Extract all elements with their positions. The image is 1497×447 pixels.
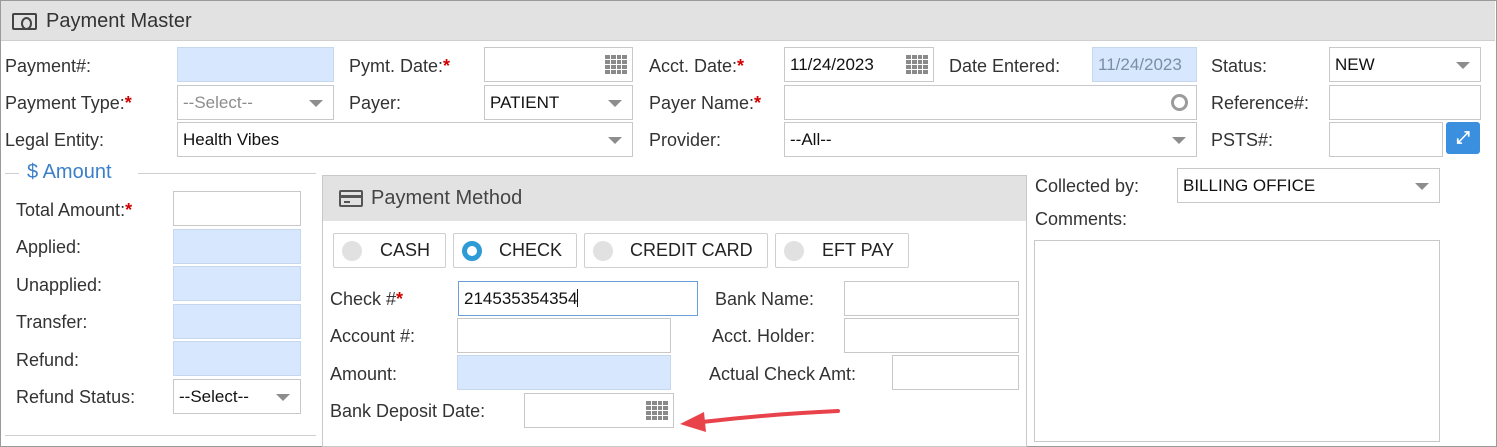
pm-amount-field (457, 355, 671, 390)
psts-no-input[interactable] (1329, 122, 1443, 157)
account-no-input[interactable] (457, 318, 671, 353)
window-title: Payment Master (46, 10, 192, 32)
legal-entity-label: Legal Entity: (5, 130, 105, 150)
chevron-down-icon (1172, 137, 1186, 144)
unapplied-label: Unapplied: (16, 275, 103, 295)
applied-label: Applied: (16, 237, 82, 257)
title-bar: Payment Master (1, 1, 1495, 41)
reference-no-input[interactable] (1329, 85, 1481, 120)
refund-status-select[interactable]: --Select-- (173, 379, 301, 414)
comments-textarea[interactable] (1034, 240, 1440, 442)
bank-deposit-date-label: Bank Deposit Date: (330, 401, 486, 421)
radio-unchecked-icon (593, 241, 613, 261)
check-no-label: Check #* (330, 289, 404, 309)
reference-no-label: Reference#: (1211, 93, 1310, 113)
amount-legend: $ Amount (27, 161, 112, 183)
bank-deposit-date-input[interactable] (524, 393, 674, 428)
collected-by-label: Collected by: (1035, 176, 1140, 196)
psts-no-label: PSTS#: (1211, 130, 1274, 150)
collected-by-select[interactable]: BILLING OFFICE (1177, 168, 1440, 203)
applied-field (173, 229, 301, 264)
chevron-down-icon (1456, 62, 1470, 69)
calendar-icon[interactable] (646, 401, 668, 420)
radio-credit-card[interactable]: CREDIT CARD (584, 233, 768, 268)
calendar-icon[interactable] (906, 55, 928, 74)
text-cursor (577, 289, 579, 307)
chevron-down-icon (608, 100, 622, 107)
chevron-down-icon (276, 394, 290, 401)
radio-unchecked-icon (784, 241, 804, 261)
radio-credit-card-label: CREDIT CARD (630, 240, 753, 260)
payer-name-input[interactable] (784, 85, 1197, 120)
payer-name-label: Payer Name:* (649, 93, 762, 113)
payment-no-field (177, 47, 334, 82)
check-no-input[interactable]: 214535354354 (458, 281, 698, 316)
radio-check[interactable]: CHECK (453, 233, 577, 268)
payment-type-label: Payment Type:* (5, 93, 132, 113)
bank-name-label: Bank Name: (715, 289, 815, 309)
provider-label: Provider: (649, 130, 722, 150)
acct-date-label: Acct. Date:* (649, 56, 745, 76)
payer-label: Payer: (349, 93, 402, 113)
calendar-icon[interactable] (605, 55, 627, 74)
refund-status-label: Refund Status: (16, 387, 136, 407)
payer-select[interactable]: PATIENT (484, 85, 633, 120)
payment-type-select[interactable]: --Select-- (177, 85, 334, 120)
pymt-date-label: Pymt. Date:* (349, 56, 451, 76)
payment-no-label: Payment#: (5, 56, 92, 76)
actual-check-amt-input[interactable] (892, 355, 1019, 390)
radio-cash-label: CASH (380, 240, 431, 260)
transfer-label: Transfer: (16, 312, 88, 332)
amount-legend-line-left (5, 173, 19, 174)
expand-arrows-icon: ⤢ (1456, 128, 1470, 147)
acct-holder-label: Acct. Holder: (712, 326, 816, 346)
transfer-field (173, 304, 301, 339)
amount-legend-line-right (138, 173, 316, 174)
refund-label: Refund: (16, 350, 80, 370)
radio-eft-pay-label: EFT PAY (822, 240, 895, 260)
radio-check-label: CHECK (499, 240, 563, 260)
comments-label: Comments: (1035, 209, 1128, 229)
payment-method-title: Payment Method (371, 187, 523, 209)
radio-checked-icon (462, 241, 482, 261)
status-select[interactable]: NEW (1329, 47, 1481, 82)
date-entered-label: Date Entered: (949, 56, 1061, 76)
money-icon (12, 13, 37, 30)
radio-eft-pay[interactable]: EFT PAY (775, 233, 909, 268)
chevron-down-icon (1415, 183, 1429, 190)
account-no-label: Account #: (330, 326, 416, 346)
annotation-arrow-icon (680, 409, 840, 432)
provider-select[interactable]: --All-- (784, 122, 1197, 157)
expand-button[interactable]: ⤢ (1446, 122, 1480, 154)
chevron-down-icon (309, 100, 323, 107)
acct-date-input[interactable]: 11/24/2023 (784, 47, 934, 82)
radio-cash[interactable]: CASH (333, 233, 446, 268)
legal-entity-select[interactable]: Health Vibes (177, 122, 633, 157)
total-amount-label: Total Amount:* (16, 200, 133, 220)
chevron-down-icon (608, 137, 622, 144)
payment-method-header: Payment Method (323, 176, 1026, 221)
bank-name-input[interactable] (844, 281, 1019, 316)
total-amount-input[interactable] (173, 191, 301, 226)
unapplied-field (173, 266, 301, 301)
pymt-date-input[interactable] (484, 47, 633, 82)
acct-holder-input[interactable] (844, 318, 1019, 353)
refund-field (173, 341, 301, 376)
radio-unchecked-icon (342, 241, 362, 261)
actual-check-amt-label: Actual Check Amt: (709, 364, 857, 384)
credit-card-icon (339, 190, 363, 207)
status-label: Status: (1211, 56, 1268, 76)
loading-circle-icon (1171, 94, 1188, 111)
date-entered-field: 11/24/2023 (1092, 47, 1197, 82)
pm-amount-label: Amount: (330, 364, 398, 384)
amount-section-border (5, 435, 316, 436)
